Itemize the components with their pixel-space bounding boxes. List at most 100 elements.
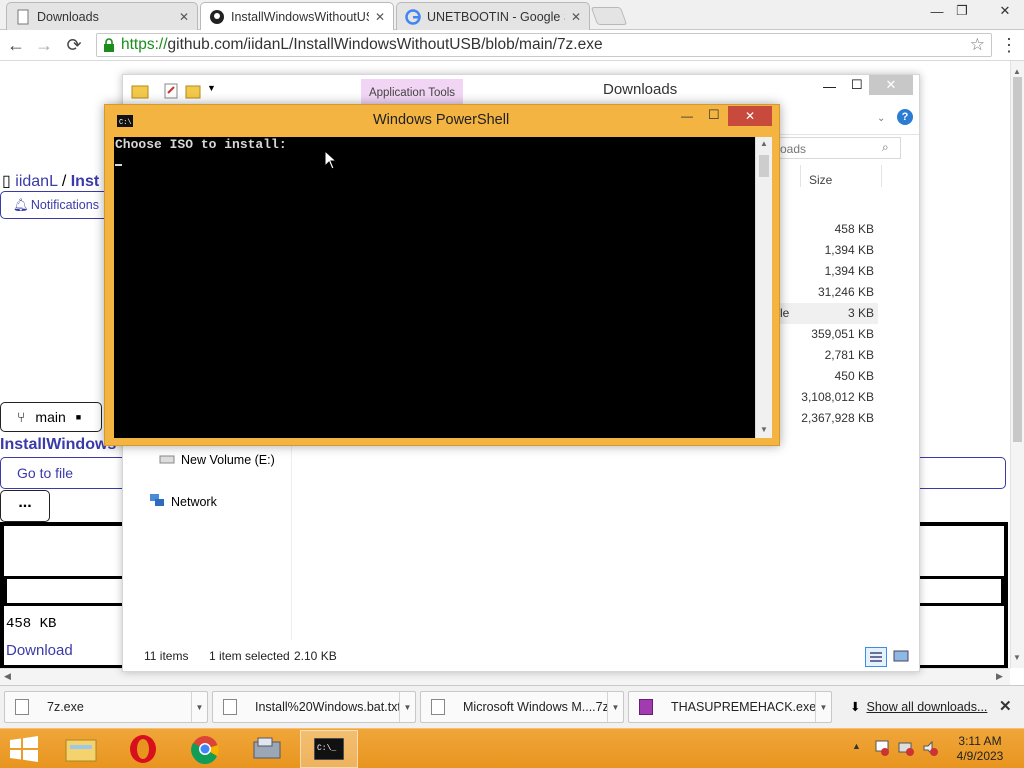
download-item[interactable]: THASUPREMEHACK.exe ▼ [628,691,832,723]
repo-heading: ▯ iidanL / Inst [2,171,99,191]
powershell-window: C:\ Windows PowerShell — ☐ ✕ Choose ISO … [104,104,780,446]
chevron-down-icon[interactable]: ▼ [607,692,623,722]
expand-ribbon-icon[interactable]: ⌄ [877,113,885,124]
browser-close-button[interactable]: ✕ [987,0,1023,22]
setup-program-taskbar-icon[interactable] [238,730,296,768]
repo-name-link[interactable]: Inst [71,173,99,190]
tab-title: Downloads [37,9,99,24]
download-item[interactable]: Install%20Windows.bat.txt ▼ [212,691,416,723]
show-all-downloads-link[interactable]: ⬇ Show all downloads... [850,699,988,715]
go-to-file-label: Go to file [17,465,74,481]
tab-github[interactable]: InstallWindowsWithoutUS ✕ [200,2,394,31]
folder-icon [131,83,149,102]
tab-close-icon[interactable]: ✕ [571,10,581,24]
size-column-header[interactable]: Size [809,173,832,187]
clock-time: 3:11 AM [958,734,1002,748]
forward-icon[interactable]: → [32,34,56,56]
console-cursor [115,164,122,166]
branch-selector[interactable]: ⑂ main ■ [0,402,102,432]
file-explorer-taskbar-icon[interactable] [52,730,110,768]
bookmark-star-icon[interactable]: ☆ [970,35,985,55]
tab-downloads[interactable]: Downloads ✕ [6,2,198,30]
file-size-cell: 1,394 KB [824,243,874,257]
application-tools-tab[interactable]: Application Tools [361,79,463,107]
branch-icon: ⑂ [17,409,26,425]
browser-tab-strip: Downloads ✕ InstallWindowsWithoutUS ✕ UN… [0,0,1024,31]
large-icons-view-icon[interactable] [891,647,911,667]
document-icon [431,699,445,715]
more-options-button[interactable]: ... [0,490,50,522]
details-view-icon[interactable] [865,647,887,667]
action-center-flag-icon[interactable] [874,740,890,759]
download-link[interactable]: Download [6,642,73,659]
help-icon[interactable]: ? [897,109,913,125]
chevron-down-icon[interactable]: ▼ [399,692,415,722]
explorer-title: Downloads [603,81,678,98]
lock-icon [103,38,115,52]
explorer-maximize-button[interactable]: ☐ [851,77,863,93]
selection-size: 2.10 KB [294,649,337,663]
download-filename: Install%20Windows.bat.txt [255,700,399,714]
quick-access-dropdown-icon[interactable]: ▼ [207,83,216,93]
system-clock[interactable]: 3:11 AM 4/9/2023 [948,734,1012,764]
google-icon [405,8,421,25]
menu-icon[interactable]: ⋮ [997,34,1021,56]
tab-close-icon[interactable]: ✕ [179,10,189,24]
powershell-titlebar[interactable]: C:\ Windows PowerShell — ☐ ✕ [105,105,779,135]
show-all-label: Show all downloads... [866,699,988,714]
explorer-close-button[interactable]: ✕ [869,75,913,95]
console-output[interactable]: Choose ISO to install: [114,137,755,438]
console-scrollbar-thumb[interactable] [759,155,769,177]
svg-text:C:\: C:\ [119,119,132,127]
powershell-taskbar-icon[interactable]: C:\_ [300,730,358,768]
reload-icon[interactable]: ⟳ [62,34,86,56]
network-status-icon[interactable] [898,740,914,759]
powershell-maximize-button[interactable]: ☐ [708,107,720,123]
page-vertical-scrollbar[interactable]: ▲ ▼ [1010,61,1024,668]
nav-item-network[interactable]: Network [149,493,217,510]
console-scrollbar[interactable]: ▲ ▼ [755,137,772,438]
download-filename: THASUPREMEHACK.exe [671,700,815,714]
chevron-down-icon[interactable]: ▼ [191,692,207,722]
new-folder-icon[interactable] [185,83,201,102]
nav-item-new-volume[interactable]: New Volume (E:) [159,453,275,467]
scrollbar-thumb[interactable] [1013,77,1022,442]
back-icon[interactable]: ← [4,34,28,56]
file-heading: InstallWindows [0,436,117,453]
opera-taskbar-icon[interactable] [114,730,172,768]
repo-owner-link[interactable]: iidanL [15,173,57,190]
tab-google-search[interactable]: UNETBOOTIN - Google Se ✕ [396,2,590,30]
address-bar[interactable]: https://github.com/iidanL/InstallWindows… [96,33,992,57]
console-icon: C:\ [117,115,133,130]
file-size-cell: 31,246 KB [817,285,874,299]
nav-item-label: Network [171,494,217,509]
github-icon [209,9,225,25]
file-size-cell: 359,051 KB [811,327,874,341]
url-scheme: https:// [121,36,168,53]
powershell-close-button[interactable]: ✕ [728,106,772,126]
chevron-down-icon[interactable]: ▼ [815,692,831,722]
console-prompt: Choose ISO to install: [115,137,287,152]
new-tab-button[interactable] [590,7,628,25]
selection-count: 1 item selected [209,649,290,663]
powershell-minimize-button[interactable]: — [681,109,693,123]
volume-muted-icon[interactable] [922,740,938,759]
explorer-minimize-button[interactable]: — [823,79,836,94]
download-shelf: 7z.exe ▼ Install%20Windows.bat.txt ▼ Mic… [0,685,1024,728]
windows-logo-icon [10,736,38,762]
exe-file-icon [15,699,29,715]
properties-icon[interactable] [163,83,179,102]
browser-restore-button[interactable]: ❐ [947,0,977,22]
download-arrow-icon: ⬇ [850,700,861,714]
download-item[interactable]: Microsoft Windows M....7z ▼ [420,691,624,723]
download-item[interactable]: 7z.exe ▼ [4,691,208,723]
close-shelf-icon[interactable]: ✕ [999,697,1012,715]
explorer-search-box[interactable]: oads ⌕ [775,137,901,159]
show-hidden-icons-icon[interactable]: ▲ [852,741,861,751]
tab-close-icon[interactable]: ✕ [375,10,385,24]
start-button[interactable] [0,730,48,768]
mouse-pointer-icon [324,149,338,173]
browser-toolbar: ← → ⟳ https://github.com/iidanL/InstallW… [0,30,1024,61]
chrome-taskbar-icon[interactable] [176,730,234,768]
item-count: 11 items [144,649,189,663]
